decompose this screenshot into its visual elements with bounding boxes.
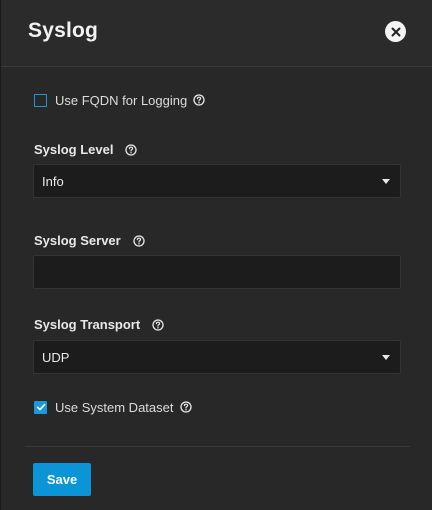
close-button[interactable]: [385, 21, 406, 42]
syslog-level-value: Info: [42, 174, 64, 189]
syslog-transport-label: Syslog Transport: [34, 317, 141, 332]
use-system-dataset-row: Use System Dataset: [34, 399, 192, 415]
caret-down-icon: [382, 355, 390, 360]
use-fqdn-label: Use FQDN for Logging: [55, 92, 188, 108]
syslog-transport-value: UDP: [42, 350, 70, 365]
syslog-dialog: Syslog Use FQDN for Logging Syslog Level: [0, 0, 432, 510]
syslog-level-label: Syslog Level: [34, 142, 114, 157]
use-system-dataset-label: Use System Dataset: [55, 399, 174, 415]
syslog-transport-select[interactable]: UDP: [33, 340, 401, 374]
use-fqdn-checkbox[interactable]: [34, 93, 47, 107]
help-icon[interactable]: [193, 94, 205, 106]
use-fqdn-row: Use FQDN for Logging: [34, 92, 205, 108]
help-icon[interactable]: [125, 143, 138, 156]
syslog-server-label: Syslog Server: [34, 233, 121, 248]
close-icon: [391, 27, 400, 36]
dialog-header: Syslog: [1, 0, 432, 67]
help-icon[interactable]: [179, 401, 192, 413]
syslog-server-input[interactable]: [34, 256, 400, 288]
syslog-server-label-row: Syslog Server: [34, 233, 145, 248]
syslog-transport-label-row: Syslog Transport: [34, 317, 164, 332]
use-system-dataset-checkbox[interactable]: [34, 400, 47, 414]
save-button[interactable]: Save: [33, 463, 91, 496]
syslog-server-field[interactable]: [33, 255, 401, 289]
help-icon[interactable]: [152, 318, 164, 331]
syslog-level-select[interactable]: Info: [33, 164, 401, 198]
help-icon[interactable]: [133, 234, 145, 247]
caret-down-icon: [382, 179, 390, 184]
checkmark-icon: [36, 403, 45, 411]
dialog-title: Syslog: [28, 19, 99, 42]
syslog-level-label-row: Syslog Level: [34, 142, 138, 157]
footer-divider: [25, 446, 410, 447]
